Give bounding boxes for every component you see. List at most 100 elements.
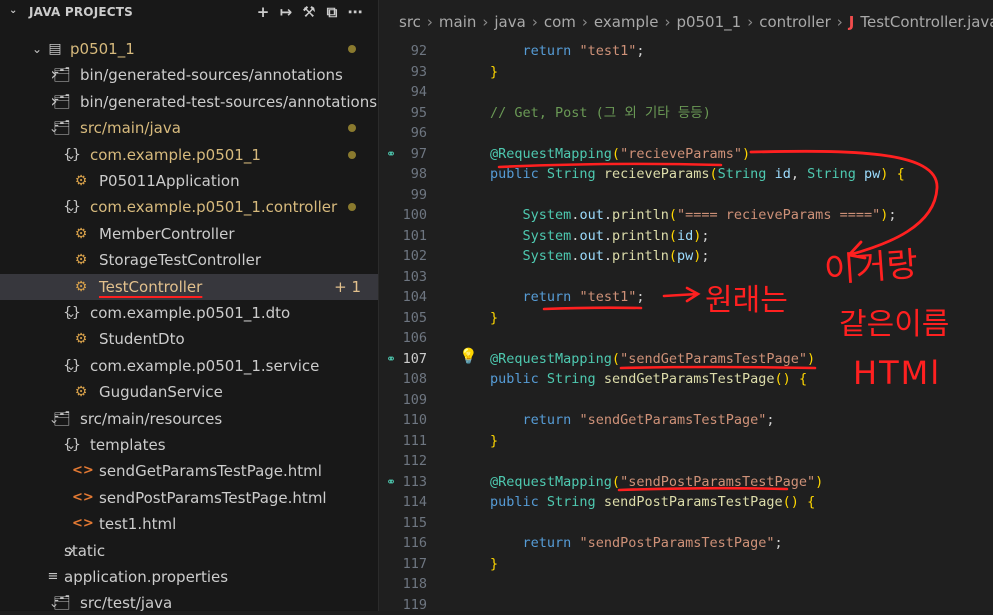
tree-item[interactable]: ⌄🗂src/main/resources <box>0 406 378 432</box>
code-line[interactable]: 116 return "sendPostParamsTestPage"; <box>379 533 993 554</box>
tree-item[interactable]: ≡application.properties <box>0 564 378 590</box>
add-icon[interactable]: + <box>252 1 274 23</box>
package-icon: {} <box>63 300 81 326</box>
code-line[interactable]: 98public String recieveParams(String id,… <box>379 164 993 185</box>
package-icon: {} <box>63 353 81 379</box>
tree-item[interactable]: ⚙GugudanService <box>0 379 378 405</box>
class-icon: ⚙ <box>72 379 90 405</box>
tree-item[interactable]: ⚙P05011Application <box>0 168 378 194</box>
tree-item[interactable]: ⌄{}com.example.p0501_1 <box>0 142 378 168</box>
breadcrumb-item[interactable]: com <box>544 0 576 44</box>
tree-item[interactable]: ›🗂bin/generated-sources/annotations <box>0 62 378 88</box>
tree-item[interactable]: <>sendGetParamsTestPage.html <box>0 458 378 484</box>
code-line[interactable]: 101 System.out.println(id); <box>379 226 993 247</box>
code-line[interactable]: 103 <box>379 267 993 288</box>
code-text[interactable]: // Get, Post (그 외 기타 등등) <box>490 103 711 124</box>
tree-item-label: bin/generated-test-sources/annotations <box>80 89 377 115</box>
tree-item[interactable]: ›🗂bin/generated-test-sources/annotations <box>0 89 378 115</box>
collapse-icon[interactable]: ⧉ <box>321 1 343 23</box>
chevron-right-icon: › <box>427 0 433 44</box>
java-file-icon: J <box>849 0 855 44</box>
code-line[interactable]: 110 return "sendGetParamsTestPage"; <box>379 410 993 431</box>
code-line[interactable]: ⚭97@RequestMapping("recieveParams") <box>379 144 993 165</box>
code-line[interactable]: 92 return "test1"; <box>379 41 993 62</box>
code-text[interactable]: @RequestMapping("sendGetParamsTestPage") <box>490 349 815 370</box>
code-line[interactable]: 119 <box>379 595 993 615</box>
code-line[interactable]: 95// Get, Post (그 외 기타 등등) <box>379 103 993 124</box>
code-text[interactable]: } <box>490 308 498 329</box>
code-text[interactable]: } <box>490 554 498 575</box>
tree-item[interactable]: ⌄🗂src/test/java <box>0 590 378 611</box>
code-text[interactable]: @RequestMapping("recieveParams") <box>490 144 750 165</box>
tree-item[interactable]: ⌄{}templates <box>0 432 378 458</box>
code-line[interactable]: 111} <box>379 431 993 452</box>
tree-item[interactable]: ⚙StorageTestController <box>0 247 378 273</box>
line-number: 102 <box>379 246 427 267</box>
code-line[interactable]: 112 <box>379 451 993 472</box>
breadcrumb: src›main›java›com›example›p0501_1›contro… <box>379 0 993 44</box>
line-number: 115 <box>379 513 427 534</box>
code-line[interactable]: 102 System.out.println(pw); <box>379 246 993 267</box>
tree-item-label: com.example.p0501_1.controller <box>90 194 337 220</box>
breadcrumb-item[interactable]: example <box>594 0 659 44</box>
tree-item[interactable]: ⚙MemberController <box>0 221 378 247</box>
breadcrumb-item[interactable]: controller <box>759 0 831 44</box>
breadcrumb-item[interactable]: main <box>439 0 476 44</box>
code-line[interactable]: ⚭113@RequestMapping("sendPostParamsTestP… <box>379 472 993 493</box>
panel-actions: + ↦ ⚒ ⧉ ⋯ <box>251 1 366 23</box>
code-text[interactable]: System.out.println("==== recieveParams =… <box>490 205 897 226</box>
folder-icon: 🗂 <box>53 115 71 141</box>
code-text[interactable]: public String sendPostParamsTestPage() { <box>490 492 815 513</box>
chevron-down-icon[interactable]: ⌄ <box>30 36 44 62</box>
tree-item[interactable]: ⌄▤p0501_1 <box>0 36 378 62</box>
breadcrumb-item[interactable]: p0501_1 <box>676 0 741 44</box>
chevron-down-icon[interactable]: ⌄ <box>9 5 17 16</box>
code-line[interactable]: 105} <box>379 308 993 329</box>
code-text[interactable]: @RequestMapping("sendPostParamsTestPage"… <box>490 472 823 493</box>
code-line[interactable]: 108public String sendGetParamsTestPage()… <box>379 369 993 390</box>
code-text[interactable]: System.out.println(id); <box>490 226 710 247</box>
tree-item[interactable]: ⚙TestController+ 1 <box>0 274 378 300</box>
tree-item[interactable]: ⚙StudentDto <box>0 326 378 352</box>
code-line[interactable]: 109 <box>379 390 993 411</box>
code-line[interactable]: 117} <box>379 554 993 575</box>
code-text[interactable]: return "sendPostParamsTestPage"; <box>490 533 783 554</box>
code-line[interactable]: 100 System.out.println("==== recievePara… <box>379 205 993 226</box>
tree-item-label: com.example.p0501_1.dto <box>90 300 290 326</box>
html-icon: <> <box>72 458 90 484</box>
code-line[interactable]: 118 <box>379 574 993 595</box>
code-line[interactable]: 94 <box>379 82 993 103</box>
code-line[interactable]: 115 <box>379 513 993 534</box>
code-line[interactable]: 106 <box>379 328 993 349</box>
code-text[interactable]: public String sendGetParamsTestPage() { <box>490 369 807 390</box>
code-text[interactable]: return "test1"; <box>490 41 644 62</box>
tree-item[interactable]: ⌄{}com.example.p0501_1.dto <box>0 300 378 326</box>
line-number: 117 <box>379 554 427 575</box>
code-text[interactable]: } <box>490 62 498 83</box>
tree-item[interactable]: ›static <box>0 538 378 564</box>
code-text[interactable]: return "test1"; <box>490 287 644 308</box>
code-line[interactable]: 93} <box>379 62 993 83</box>
tree-item[interactable]: ⌄{}com.example.p0501_1.service <box>0 353 378 379</box>
tree-item[interactable]: <>sendPostParamsTestPage.html <box>0 485 378 511</box>
code-line[interactable]: 114public String sendPostParamsTestPage(… <box>379 492 993 513</box>
code-text[interactable]: return "sendGetParamsTestPage"; <box>490 410 775 431</box>
tree-item[interactable]: ⌄🗂src/main/java <box>0 115 378 141</box>
code-line[interactable]: 99 <box>379 185 993 206</box>
tree-item[interactable]: ⌄{}com.example.p0501_1.controller <box>0 194 378 220</box>
breadcrumb-item[interactable]: TestController.java <box>860 0 993 44</box>
panel-header[interactable]: ⌄ JAVA PROJECTS + ↦ ⚒ ⧉ ⋯ <box>0 0 378 24</box>
breadcrumb-item[interactable]: src <box>399 0 421 44</box>
breadcrumb-item[interactable]: java <box>494 0 525 44</box>
lightbulb-icon[interactable]: 💡 <box>459 347 478 365</box>
code-text[interactable]: System.out.println(pw); <box>490 246 710 267</box>
link-icon[interactable]: ↦ <box>275 1 297 23</box>
code-line[interactable]: 104 return "test1"; <box>379 287 993 308</box>
code-text[interactable]: public String recieveParams(String id, S… <box>490 164 905 185</box>
code-text[interactable]: } <box>490 431 498 452</box>
more-icon[interactable]: ⋯ <box>344 1 366 23</box>
tree-item[interactable]: <>test1.html <box>0 511 378 537</box>
code-editor[interactable]: src›main›java›com›example›p0501_1›contro… <box>379 0 993 611</box>
code-line[interactable]: 96 <box>379 123 993 144</box>
tools-icon[interactable]: ⚒ <box>298 1 320 23</box>
